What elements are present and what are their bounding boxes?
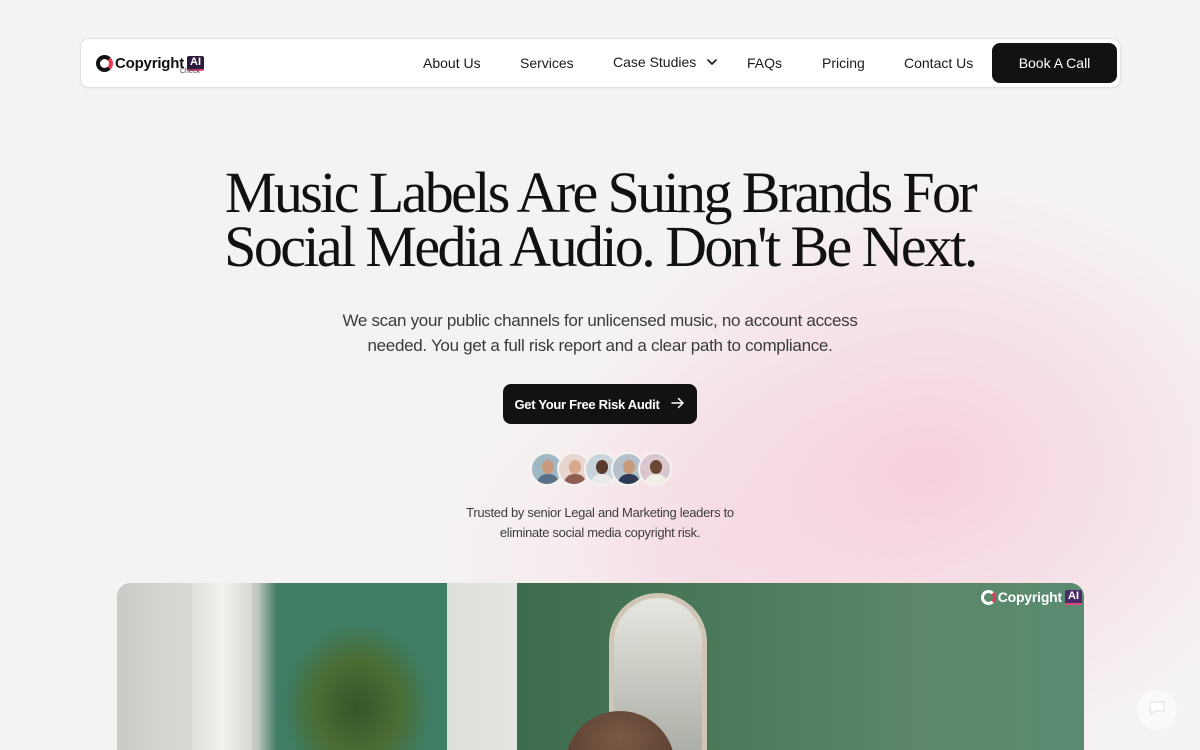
arrow-right-icon: [671, 397, 685, 412]
avatar: [638, 452, 672, 486]
nav-faqs[interactable]: FAQs: [747, 55, 782, 71]
trusted-text: Trusted by senior Legal and Marketing le…: [430, 503, 770, 543]
brand-name: Copyright: [115, 54, 185, 72]
hero-subtitle-line2: needed. You get a full risk report and a…: [367, 336, 833, 355]
watermark-badge: AI: [1065, 589, 1082, 605]
hero-title: Music Labels Are Suing Brands For Social…: [150, 164, 1050, 276]
cta-label: Get Your Free Risk Audit: [514, 396, 660, 412]
trusted-line2: eliminate social media copyright risk.: [499, 525, 701, 540]
chat-icon: [1148, 700, 1166, 721]
brand-sub: Check: [180, 68, 200, 75]
watermark-name: Copyright: [997, 589, 1063, 605]
nav-contact-us[interactable]: Contact Us: [904, 55, 973, 71]
nav-about-us[interactable]: About Us: [423, 55, 481, 71]
hero-video[interactable]: Copyright AI: [117, 583, 1084, 750]
avatar-group: [530, 452, 672, 488]
free-risk-audit-button[interactable]: Get Your Free Risk Audit: [503, 384, 697, 424]
trusted-line1: Trusted by senior Legal and Marketing le…: [466, 505, 734, 520]
watermark-c-icon: [980, 589, 996, 605]
navbar: Copyright AI Check About Us Services Cas…: [80, 38, 1121, 88]
hero-title-line2: Social Media Audio. Don't Be Next.: [224, 214, 978, 279]
book-a-call-button[interactable]: Book A Call: [992, 43, 1117, 83]
video-pillar: [192, 583, 252, 750]
logo-c-icon: [96, 54, 113, 72]
video-watermark-logo: Copyright AI: [980, 589, 1082, 605]
video-plant: [282, 623, 432, 750]
hero-subtitle-line1: We scan your public channels for unlicen…: [342, 311, 858, 330]
chevron-down-icon[interactable]: [705, 55, 719, 69]
brand-logo[interactable]: Copyright AI Check: [96, 52, 205, 75]
hero-subtitle: We scan your public channels for unlicen…: [330, 308, 870, 358]
chat-widget-button[interactable]: [1137, 690, 1177, 730]
nav-services[interactable]: Services: [520, 55, 574, 71]
nav-case-studies[interactable]: Case Studies: [613, 54, 696, 70]
nav-pricing[interactable]: Pricing: [822, 55, 865, 71]
